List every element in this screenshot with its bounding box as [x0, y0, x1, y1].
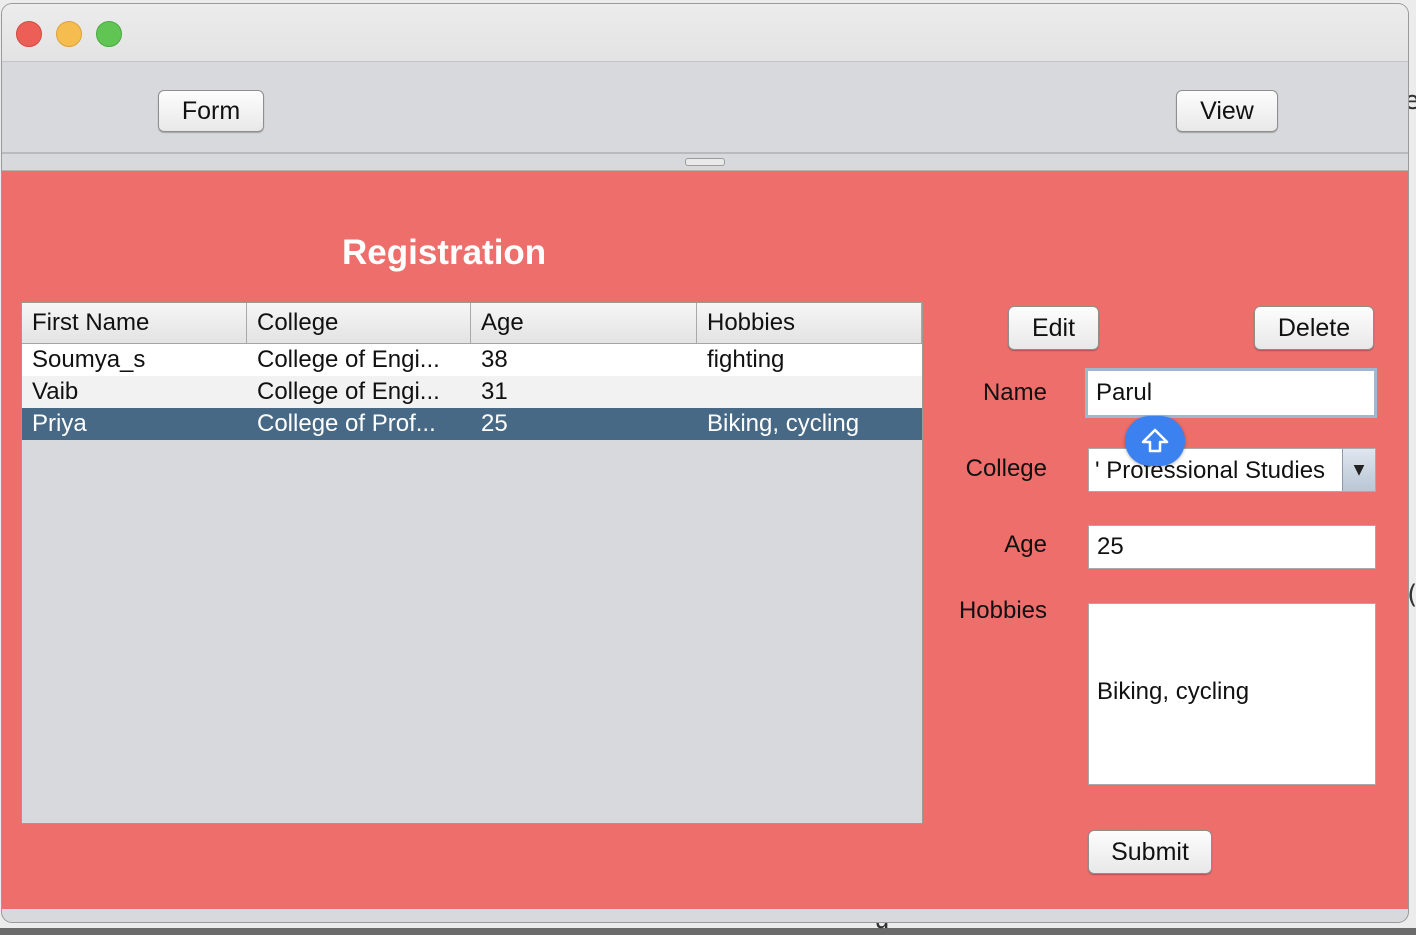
college-label: College — [965, 455, 1047, 482]
cell-age: 25 — [481, 410, 508, 437]
edit-button[interactable]: Edit — [1008, 306, 1099, 350]
registration-panel: Registration First Name College Age Hobb… — [2, 171, 1408, 909]
cell-college: College of Engi... — [257, 378, 440, 405]
close-window-button[interactable] — [16, 21, 42, 47]
column-header-age[interactable]: Age — [471, 303, 697, 343]
table-body: Soumya_s College of Engi... 38 fighting … — [22, 344, 922, 440]
shift-arrow-icon — [1125, 416, 1185, 466]
registration-table: First Name College Age Hobbies Soumya_s … — [21, 302, 923, 824]
cell-first-name: Vaib — [32, 378, 79, 405]
minimize-window-button[interactable] — [56, 21, 82, 47]
view-button[interactable]: View — [1176, 90, 1278, 132]
cell-college: College of Engi... — [257, 346, 440, 373]
zoom-window-button[interactable] — [96, 21, 122, 47]
cell-hobbies — [697, 376, 922, 408]
form-button[interactable]: Form — [158, 90, 264, 132]
title-bar — [2, 4, 1408, 62]
cell-age: 31 — [481, 378, 508, 405]
table-row[interactable]: Vaib College of Engi... 31 — [22, 376, 922, 408]
chevron-down-icon[interactable]: ▼ — [1342, 449, 1375, 491]
cell-hobbies: Biking, cycling — [707, 410, 860, 437]
column-header-hobbies[interactable]: Hobbies — [697, 303, 922, 343]
table-row[interactable]: Soumya_s College of Engi... 38 fighting — [22, 344, 922, 376]
delete-button[interactable]: Delete — [1254, 306, 1374, 350]
name-input[interactable]: Parul — [1085, 368, 1377, 418]
hobbies-text: Biking, cycling — [1097, 678, 1250, 705]
table-row-selected[interactable]: Priya College of Prof... 25 Biking, cycl… — [22, 408, 922, 440]
hobbies-textarea[interactable]: Biking, cycling — [1088, 603, 1376, 785]
cell-hobbies: fighting — [707, 346, 785, 373]
page-title: Registration — [342, 233, 547, 272]
cell-college: College of Prof... — [257, 410, 436, 437]
name-label: Name — [982, 379, 1047, 406]
app-window: Form View Registration First Name Colleg… — [2, 4, 1408, 922]
toolbar: Form View — [2, 62, 1408, 154]
column-header-first-name[interactable]: First Name — [22, 303, 247, 343]
submit-button[interactable]: Submit — [1088, 830, 1212, 874]
cell-first-name: Priya — [32, 410, 87, 437]
age-label: Age — [1004, 531, 1047, 558]
divider-grip[interactable] — [685, 158, 725, 166]
column-header-college[interactable]: College — [247, 303, 471, 343]
age-input[interactable]: 25 — [1088, 525, 1376, 569]
split-pane-divider[interactable] — [2, 154, 1408, 171]
cell-first-name: Soumya_s — [32, 346, 146, 373]
cell-age: 38 — [481, 346, 508, 373]
hobbies-label: Hobbies — [958, 597, 1047, 624]
table-header: First Name College Age Hobbies — [22, 303, 922, 344]
college-selected-value: ' Professional Studies — [1095, 457, 1326, 484]
